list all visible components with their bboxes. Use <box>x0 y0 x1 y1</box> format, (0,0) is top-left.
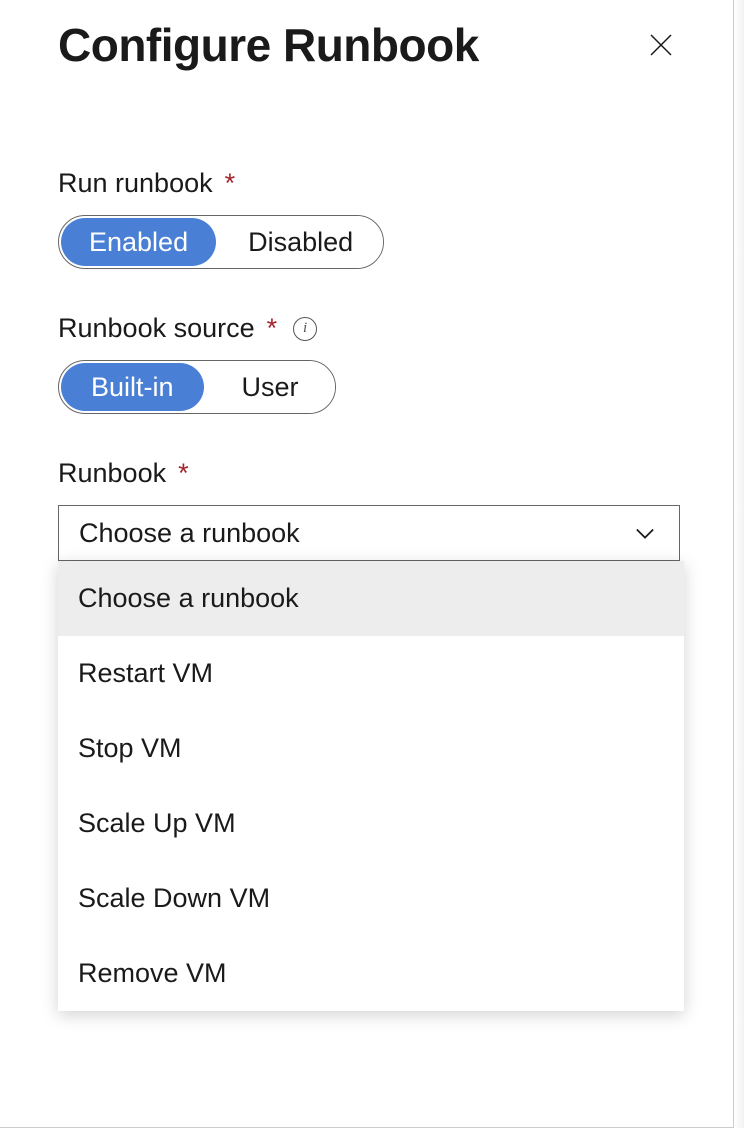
scrollbar-track <box>734 0 744 1128</box>
runbook-selected-value: Choose a runbook <box>79 518 300 549</box>
panel-title: Configure Runbook <box>58 18 479 72</box>
required-indicator: * <box>225 168 236 199</box>
required-indicator: * <box>267 313 278 344</box>
chevron-down-icon <box>631 519 659 547</box>
runbook-option-remove-vm[interactable]: Remove VM <box>58 936 684 1011</box>
required-indicator: * <box>178 458 189 489</box>
run-runbook-disabled-option[interactable]: Disabled <box>218 216 383 268</box>
run-runbook-enabled-option[interactable]: Enabled <box>61 218 216 266</box>
configure-runbook-panel: Configure Runbook Run runbook * Enabled … <box>0 0 734 1128</box>
close-icon <box>646 30 676 60</box>
run-runbook-label: Run runbook <box>58 168 213 199</box>
runbook-select[interactable]: Choose a runbook <box>58 505 680 561</box>
runbook-select-wrapper: Choose a runbook Choose a runbook Restar… <box>58 505 675 561</box>
runbook-source-toggle: Built-in User <box>58 360 336 414</box>
runbook-source-field: Runbook source * i Built-in User <box>58 313 675 414</box>
runbook-dropdown: Choose a runbook Restart VM Stop VM Scal… <box>58 561 684 1011</box>
runbook-option-stop-vm[interactable]: Stop VM <box>58 711 684 786</box>
runbook-option-placeholder[interactable]: Choose a runbook <box>58 561 684 636</box>
runbook-option-scale-down-vm[interactable]: Scale Down VM <box>58 861 684 936</box>
info-icon[interactable]: i <box>293 317 317 341</box>
runbook-source-label-row: Runbook source * i <box>58 313 675 344</box>
runbook-label: Runbook <box>58 458 166 489</box>
runbook-field: Runbook * Choose a runbook Choose a runb… <box>58 458 675 561</box>
run-runbook-field: Run runbook * Enabled Disabled <box>58 168 675 269</box>
runbook-source-builtin-option[interactable]: Built-in <box>61 363 204 411</box>
close-button[interactable] <box>641 25 681 65</box>
runbook-source-label: Runbook source <box>58 313 255 344</box>
runbook-source-user-option[interactable]: User <box>206 361 335 413</box>
runbook-option-scale-up-vm[interactable]: Scale Up VM <box>58 786 684 861</box>
panel-header: Configure Runbook <box>58 18 675 72</box>
runbook-option-restart-vm[interactable]: Restart VM <box>58 636 684 711</box>
run-runbook-label-row: Run runbook * <box>58 168 675 199</box>
runbook-label-row: Runbook * <box>58 458 675 489</box>
run-runbook-toggle: Enabled Disabled <box>58 215 384 269</box>
